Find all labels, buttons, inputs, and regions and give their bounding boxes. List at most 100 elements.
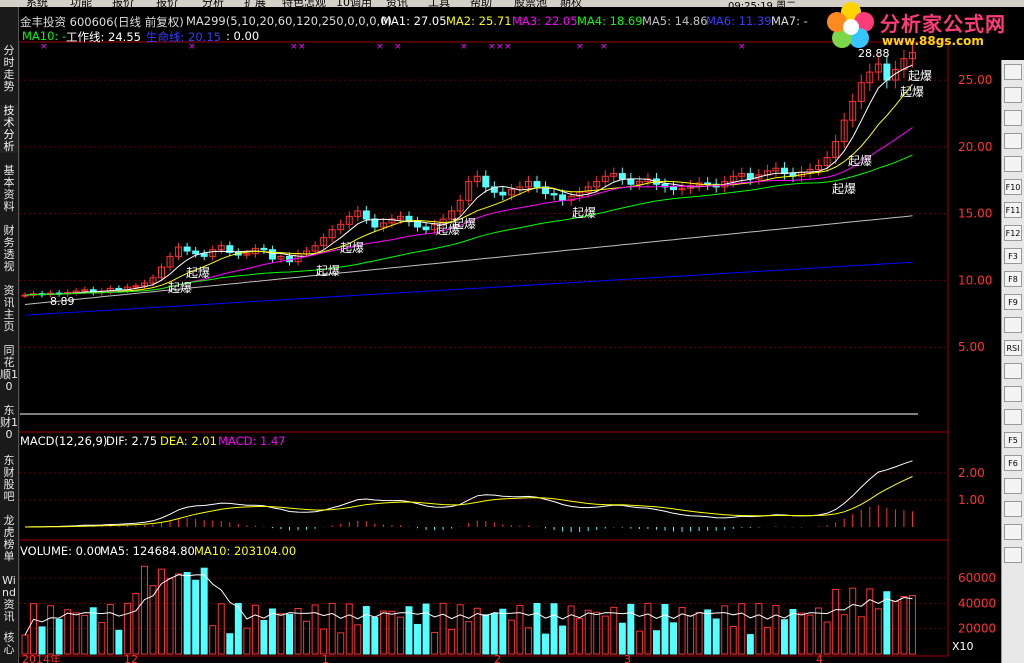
- signal-label: 起爆: [832, 182, 856, 196]
- candle-body: [559, 194, 567, 201]
- volume-bar: [900, 595, 908, 655]
- menu-item-8[interactable]: 资讯: [386, 0, 408, 7]
- menu-item-5[interactable]: 扩展: [244, 0, 266, 7]
- menu-item-6[interactable]: 特色怎观: [282, 0, 326, 7]
- menu-item-7[interactable]: 10调用: [336, 0, 372, 7]
- period-label: 日线: [962, 652, 984, 663]
- left-tab-8[interactable]: 龙虎榜单: [0, 515, 18, 563]
- menu-item-3[interactable]: 报价: [156, 0, 178, 7]
- volume-bar: [422, 603, 430, 655]
- left-tab-0[interactable]: 分时走势: [0, 45, 18, 93]
- marker-x: ×: [394, 42, 402, 52]
- marker-x: ×: [576, 42, 584, 52]
- volume-bar: [857, 616, 865, 655]
- volume-bar: [268, 608, 276, 655]
- menu-item-4[interactable]: 分析: [202, 0, 224, 7]
- menu-item-9[interactable]: 工具: [428, 0, 450, 7]
- toolbar-f5[interactable]: F5: [1004, 432, 1022, 448]
- ma3-value: MA3: 22.05: [512, 14, 578, 28]
- volume-bar: [414, 623, 422, 655]
- line-icon[interactable]: [1004, 478, 1022, 494]
- candle-icon[interactable]: [1004, 156, 1022, 172]
- date-label: 4: [816, 653, 823, 663]
- volume-bar: [448, 628, 456, 655]
- volume-bar: [507, 619, 515, 655]
- volume-bar: [337, 632, 345, 655]
- volume-bar: [431, 631, 439, 655]
- arrow-icon[interactable]: [1004, 524, 1022, 540]
- toolbar-f3[interactable]: F3: [1004, 248, 1022, 264]
- signal-label: 起爆: [900, 85, 924, 99]
- menu-item-2[interactable]: 报价: [112, 0, 134, 7]
- price-axis-label: 15.00: [958, 207, 992, 221]
- macd-panel: [18, 431, 949, 541]
- toolbar-f10[interactable]: F10: [1004, 179, 1022, 195]
- candle-body: [200, 253, 208, 257]
- volume-bar: [661, 603, 669, 655]
- volume-bar: [550, 603, 558, 655]
- candle-body: [670, 186, 678, 191]
- menu-item-0[interactable]: 系统: [26, 0, 48, 7]
- volume-bar: [379, 610, 387, 655]
- volume-bar: [729, 626, 737, 655]
- left-tab-10[interactable]: 核心: [0, 632, 18, 656]
- bar-icon[interactable]: [1004, 87, 1022, 103]
- macd-dea: DEA: 2.01: [160, 434, 217, 448]
- menu-item-11[interactable]: 股票池: [514, 0, 547, 7]
- volume-bar: [704, 609, 712, 655]
- candle-body: [115, 287, 123, 291]
- date-label: 2: [494, 653, 501, 663]
- pct-icon[interactable]: [1004, 501, 1022, 517]
- candle-icon[interactable]: [1004, 133, 1022, 149]
- toolbar-f9[interactable]: F9: [1004, 294, 1022, 310]
- volume-bar: [482, 614, 490, 655]
- toolbar-f11[interactable]: F11: [1004, 202, 1022, 218]
- volume-bar: [524, 627, 532, 655]
- menu-item-1[interactable]: 功能: [70, 0, 92, 7]
- volume-bar: [772, 605, 780, 655]
- volume-bar: [891, 601, 899, 655]
- toolbar-f6[interactable]: F6: [1004, 455, 1022, 471]
- circle-icon[interactable]: [1004, 317, 1022, 333]
- toolbar-rsi[interactable]: RSI: [1004, 340, 1022, 356]
- toolbar-f8[interactable]: F8: [1004, 271, 1022, 287]
- volume-bar: [832, 588, 840, 655]
- left-tab-2[interactable]: 基本资料: [0, 165, 18, 213]
- chart-icon[interactable]: [1004, 64, 1022, 80]
- left-tab-9[interactable]: Wind资讯: [0, 575, 18, 623]
- menu-item-10[interactable]: 帮助: [470, 0, 492, 7]
- volume-bar: [601, 615, 609, 655]
- marker-x: ×: [40, 42, 48, 52]
- move-icon[interactable]: [1004, 386, 1022, 402]
- chart-canvas[interactable]: 25.0020.0015.0010.005.00起爆起爆 起爆起爆起爆起爆起爆起爆…: [0, 0, 1024, 663]
- left-tab-3[interactable]: 财务透视: [0, 225, 18, 273]
- toolbar-f12[interactable]: F12: [1004, 225, 1022, 241]
- line-icon[interactable]: [1004, 110, 1022, 126]
- candle-body: [883, 63, 891, 81]
- pen-icon[interactable]: [1004, 409, 1022, 425]
- candle-body: [550, 193, 558, 196]
- square-icon[interactable]: [1004, 547, 1022, 563]
- volume-bar: [183, 572, 191, 655]
- volume-ma10: MA10: 203104.00: [194, 544, 297, 558]
- volume-axis-label: 20000: [958, 622, 996, 636]
- left-tab-5[interactable]: 同花顺10: [0, 345, 18, 393]
- candle-body: [533, 181, 541, 188]
- ma4-value: MA4: 18.69: [577, 14, 643, 28]
- candle-body: [422, 226, 430, 231]
- left-tab-1[interactable]: 技术分析: [0, 105, 18, 153]
- price-axis-label: 20.00: [958, 140, 992, 154]
- left-tab-7[interactable]: 东财股吧: [0, 455, 18, 503]
- volume-bar: [576, 618, 584, 655]
- compass-icon[interactable]: [1004, 363, 1022, 379]
- left-tab-4[interactable]: 资讯主页: [0, 285, 18, 333]
- volume-bar: [763, 626, 771, 655]
- volume-bar: [286, 613, 294, 655]
- macd-value: MACD: 1.47: [218, 434, 286, 448]
- menu-item-12[interactable]: 期权: [560, 0, 582, 7]
- left-tab-6[interactable]: 东财10: [0, 405, 18, 441]
- volume-bar: [251, 604, 259, 655]
- macd-dif: DIF: 2.75: [106, 434, 158, 448]
- volume-bar: [840, 614, 848, 655]
- volume-bar: [687, 615, 695, 655]
